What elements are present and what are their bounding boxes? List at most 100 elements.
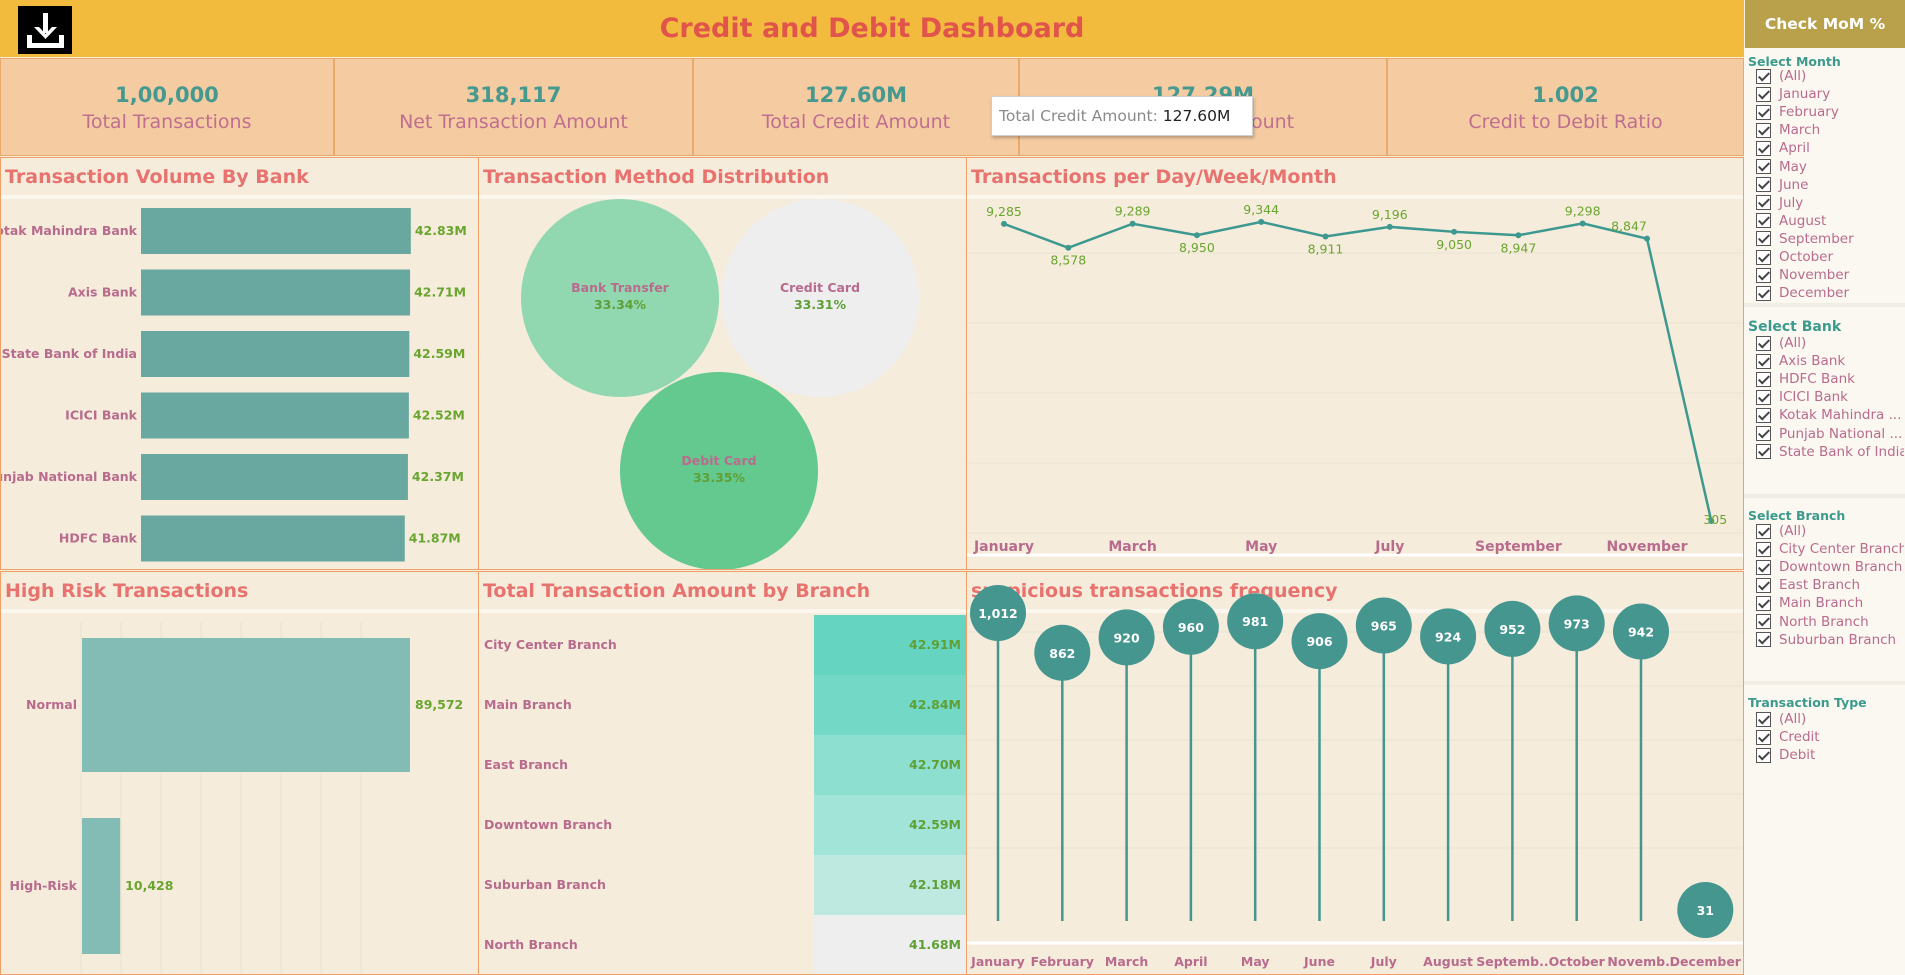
filter-option-label: HDFC Bank: [1779, 371, 1855, 388]
checkbox-checked-icon[interactable]: [1756, 541, 1771, 557]
x-tick-label: April: [1174, 954, 1207, 969]
x-tick-label: February: [1031, 954, 1094, 969]
checkbox-checked-icon[interactable]: [1756, 729, 1771, 745]
kpi-label: Net Transaction Amount: [399, 111, 628, 133]
checkbox-checked-icon[interactable]: [1756, 711, 1771, 727]
filter-option[interactable]: February: [1756, 102, 1904, 122]
filter-option[interactable]: Downtown Branch: [1756, 557, 1904, 577]
filter-option[interactable]: Punjab National ...: [1756, 424, 1904, 444]
x-tick-label: September: [1475, 539, 1562, 555]
bar-category-label: Kotak Mahindra Bank: [1, 223, 138, 238]
checkbox-checked-icon[interactable]: [1756, 86, 1771, 102]
branch-amount-table: City Center Branch 42.91M Main Branch 42.84…: [484, 615, 966, 974]
download-button[interactable]: [18, 6, 72, 54]
panel-high-risk: High Risk Transactions Normal 89,572 High-…: [0, 571, 479, 975]
checkbox-checked-icon[interactable]: [1756, 426, 1771, 441]
checkbox-checked-icon[interactable]: [1756, 335, 1771, 351]
checkbox-checked-icon[interactable]: [1756, 614, 1771, 629]
filter-option[interactable]: Axis Bank: [1756, 351, 1904, 371]
lollipop-value-label: 862: [1049, 646, 1075, 661]
bubble-category-label: Debit Card: [681, 453, 756, 468]
filter-option[interactable]: State Bank of India: [1756, 442, 1904, 462]
filter-option[interactable]: ICICI Bank: [1756, 387, 1904, 407]
filter-option[interactable]: North Branch: [1756, 612, 1904, 632]
checkbox-checked-icon[interactable]: [1756, 577, 1771, 593]
dashboard: Credit and Debit Dashboard Check MoM % 1…: [0, 0, 1905, 975]
filter-option[interactable]: (All): [1756, 66, 1904, 86]
filter-option-label: Suburban Branch: [1779, 631, 1897, 648]
checkbox-checked-icon[interactable]: [1756, 104, 1771, 120]
filter-option[interactable]: Debit: [1756, 745, 1904, 765]
checkbox-checked-icon[interactable]: [1756, 353, 1771, 369]
checkbox-checked-icon[interactable]: [1756, 285, 1771, 301]
filter-option[interactable]: September: [1756, 229, 1904, 249]
checkbox-checked-icon[interactable]: [1756, 231, 1771, 247]
panel-transactions-per-period: Transactions per Day/Week/Month 9,285 8,5…: [966, 157, 1744, 570]
lollipop-value-label: 924: [1435, 629, 1461, 644]
x-tick-label: May: [1245, 539, 1277, 555]
filter-option[interactable]: (All): [1756, 709, 1904, 729]
checkbox-checked-icon[interactable]: [1756, 177, 1771, 193]
filter-option[interactable]: November: [1756, 265, 1904, 285]
filter-option[interactable]: May: [1756, 157, 1904, 177]
x-tick-label: Septemb..: [1476, 954, 1548, 969]
bar-value-label: 42.83M: [415, 223, 467, 238]
checkbox-checked-icon[interactable]: [1756, 68, 1771, 84]
checkbox-checked-icon[interactable]: [1756, 159, 1771, 174]
checkbox-checked-icon[interactable]: [1756, 407, 1771, 423]
checkbox-checked-icon[interactable]: [1756, 523, 1771, 539]
filter-option[interactable]: March: [1756, 120, 1904, 140]
filter-option[interactable]: Main Branch: [1756, 593, 1904, 613]
filter-option-label: Punjab National ...: [1779, 425, 1903, 442]
bubble-value-label: 33.31%: [794, 297, 847, 312]
checkbox-checked-icon[interactable]: [1756, 389, 1771, 405]
checkbox-checked-icon[interactable]: [1756, 444, 1771, 460]
table-value-label: 42.18M: [909, 877, 961, 892]
filter-title: Transaction Type: [1748, 695, 1867, 710]
filter-option[interactable]: June: [1756, 175, 1904, 195]
filter-option[interactable]: January: [1756, 84, 1904, 104]
checkbox-checked-icon[interactable]: [1756, 195, 1771, 211]
checkbox-checked-icon[interactable]: [1756, 632, 1771, 648]
checkbox-checked-icon[interactable]: [1756, 249, 1771, 265]
filter-option[interactable]: December: [1756, 283, 1904, 303]
filter-option[interactable]: Suburban Branch: [1756, 630, 1904, 650]
checkbox-checked-icon[interactable]: [1756, 122, 1771, 138]
x-tick-label: Novemb..: [1607, 954, 1674, 969]
filter-option-label: City Center Branch: [1779, 541, 1904, 558]
filter-option[interactable]: Kotak Mahindra ...: [1756, 405, 1904, 425]
filter-option[interactable]: (All): [1756, 521, 1904, 541]
lollipop-value-label: 906: [1306, 634, 1332, 649]
filter-option[interactable]: (All): [1756, 333, 1904, 353]
checkbox-checked-icon[interactable]: [1756, 267, 1771, 283]
filter-sidebar: Select Month (All) January February March Apr…: [1744, 48, 1905, 975]
lollipop-value-label: 942: [1628, 625, 1654, 640]
checkbox-checked-icon[interactable]: [1756, 213, 1771, 229]
filter-option[interactable]: HDFC Bank: [1756, 369, 1904, 389]
checkbox-checked-icon[interactable]: [1756, 595, 1771, 611]
filter-option[interactable]: April: [1756, 138, 1904, 158]
checkbox-checked-icon[interactable]: [1756, 747, 1771, 763]
table-value-label: 42.70M: [909, 757, 961, 772]
check-mom-button[interactable]: Check MoM %: [1745, 0, 1905, 48]
filter-option[interactable]: Credit: [1756, 727, 1904, 747]
bar-category-label: High-Risk: [10, 878, 78, 893]
x-tick-label: March: [1108, 539, 1157, 555]
checkbox-checked-icon[interactable]: [1756, 140, 1771, 156]
checkbox-checked-icon[interactable]: [1756, 371, 1771, 387]
download-icon: [27, 13, 64, 48]
line-value-label: 8,578: [1050, 253, 1086, 268]
line-value-label: 9,298: [1565, 203, 1601, 218]
bubble-category-label: Bank Transfer: [571, 280, 670, 295]
checkbox-checked-icon[interactable]: [1756, 559, 1771, 575]
filter-option[interactable]: July: [1756, 193, 1904, 213]
line-point: [1193, 232, 1200, 239]
filter-option[interactable]: October: [1756, 247, 1904, 267]
filter-option[interactable]: East Branch: [1756, 575, 1904, 595]
bar-value-label: 10,428: [125, 878, 173, 893]
filter-option[interactable]: City Center Branch: [1756, 539, 1904, 559]
table-value-label: 42.91M: [909, 637, 961, 652]
filter-option-label: August: [1779, 212, 1827, 229]
line-point: [1451, 228, 1458, 235]
filter-option[interactable]: August: [1756, 211, 1904, 231]
